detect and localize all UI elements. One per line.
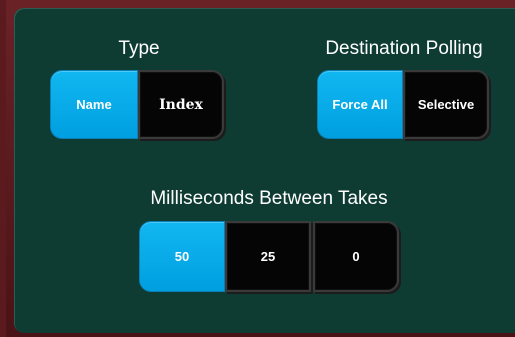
polling-selective-button[interactable]: Selective: [403, 70, 489, 139]
takes-25-button[interactable]: 25: [225, 221, 311, 292]
settings-panel: Type Name Index Destination Polling Forc…: [14, 8, 515, 333]
type-name-button[interactable]: Name: [50, 70, 138, 139]
type-index-button[interactable]: Index: [138, 70, 224, 139]
takes-title: Milliseconds Between Takes: [150, 188, 388, 209]
takes-50-button[interactable]: 50: [139, 221, 225, 292]
takes-0-button[interactable]: 0: [313, 221, 399, 292]
polling-force-all-button[interactable]: Force All: [317, 70, 403, 139]
destination-polling-title: Destination Polling: [325, 38, 483, 59]
type-title: Type: [118, 38, 160, 59]
